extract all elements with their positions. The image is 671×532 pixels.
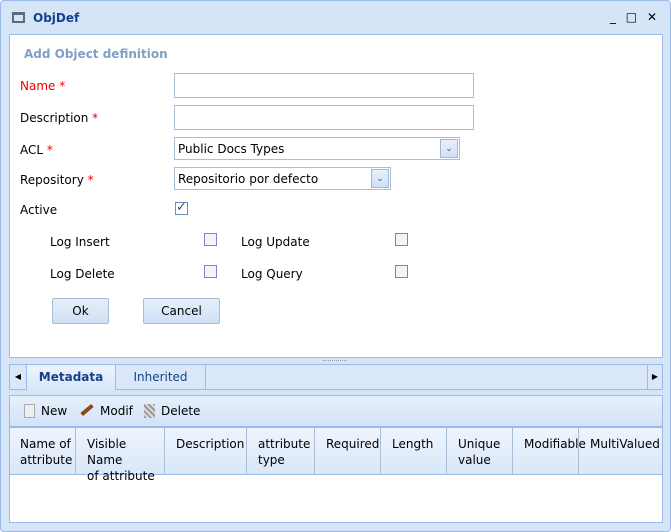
trash-icon [144,404,155,418]
acl-label: ACL * [20,143,53,157]
metadata-toolbar: New Modif Delete [9,395,663,427]
active-checkbox[interactable]: ✓ [175,201,188,215]
window-controls: _ □ ✕ [610,10,660,24]
column-header[interactable]: Description [165,428,247,475]
window-title: ObjDef [33,11,80,25]
log-insert-label: Log Insert [50,235,110,249]
log-update-checkbox[interactable] [395,233,408,246]
column-header[interactable]: Length [381,428,447,475]
log-delete-label: Log Delete [50,267,115,281]
column-header[interactable]: Modifiable [513,428,586,475]
tab-bar: ◀ Metadata Inherited ▶ [9,364,663,390]
chevron-down-icon[interactable]: ⌄ [440,139,458,158]
repository-value: Repositorio por defecto [178,172,319,186]
log-update-label: Log Update [241,235,310,249]
grid-header: Name of attribute Visible Name of attribut… [10,428,662,483]
column-header[interactable]: Name of attribute [10,428,76,475]
objdef-window: ObjDef _ □ ✕ Add Object definition Name … [0,0,671,532]
ok-button[interactable]: Ok [52,298,109,324]
acl-value: Public Docs Types [178,142,285,156]
column-header[interactable]: MultiValued [579,428,662,475]
minimize-icon[interactable]: _ [610,10,619,24]
log-delete-checkbox[interactable] [204,265,217,278]
scroll-left-icon[interactable]: ◀ [10,365,27,390]
new-document-icon [24,404,35,418]
new-button[interactable]: New [24,404,67,418]
window-icon [12,12,25,23]
tab-inherited[interactable]: Inherited [116,365,206,390]
description-input[interactable] [174,105,474,130]
tab-metadata[interactable]: Metadata [27,365,116,390]
active-label: Active [20,203,58,217]
pencil-icon [80,403,94,417]
log-query-checkbox[interactable] [395,265,408,278]
cancel-button[interactable]: Cancel [143,298,220,324]
description-label: Description * [20,111,99,125]
close-icon[interactable]: ✕ [647,10,660,24]
column-header[interactable]: Visible Name of attribute [76,428,165,483]
object-definition-form: Add Object definition Name * Description… [9,34,663,358]
column-header[interactable]: attribute type [247,428,315,475]
column-header[interactable]: Unique value [447,428,513,475]
attributes-grid: Name of attribute Visible Name of attribut… [9,427,663,523]
form-heading: Add Object definition [24,47,168,61]
acl-select[interactable]: Public Docs Types ⌄ [174,137,460,160]
log-insert-checkbox[interactable] [204,233,217,246]
repository-label: Repository * [20,173,94,187]
scroll-right-icon[interactable]: ▶ [647,365,662,390]
maximize-icon[interactable]: □ [626,10,640,24]
chevron-down-icon[interactable]: ⌄ [371,169,389,188]
repository-select[interactable]: Repositorio por defecto ⌄ [174,167,391,190]
modif-button[interactable]: Modif [80,403,133,418]
name-label: Name * [20,79,66,93]
splitter-handle[interactable] [323,360,347,361]
delete-button[interactable]: Delete [144,404,200,418]
column-header[interactable]: Required [315,428,381,475]
log-query-label: Log Query [241,267,303,281]
name-input[interactable] [174,73,474,98]
